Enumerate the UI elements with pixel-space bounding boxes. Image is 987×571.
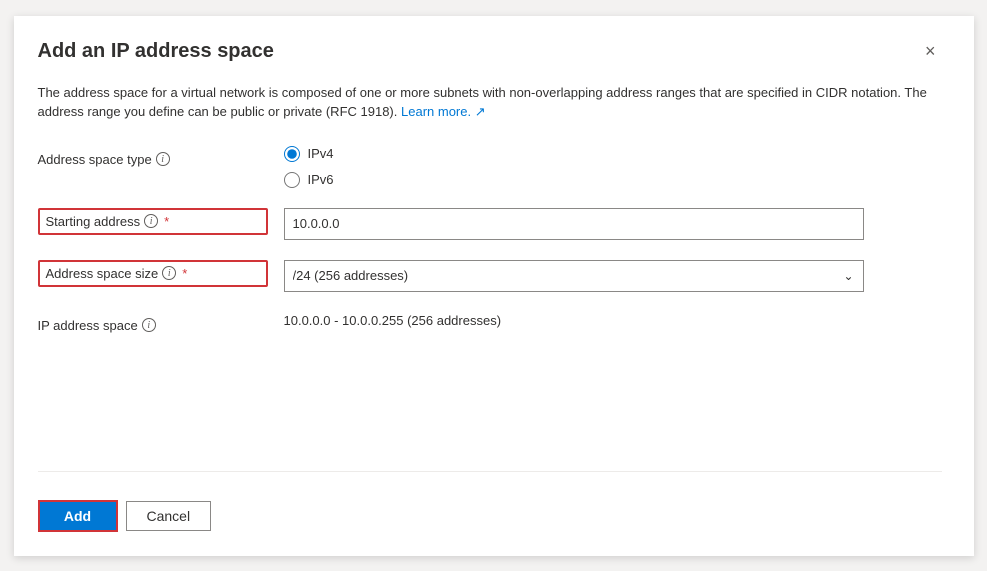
ip-address-space-row: IP address space i 10.0.0.0 - 10.0.0.255… <box>38 312 942 333</box>
starting-address-label: Starting address <box>46 214 141 229</box>
add-ip-address-space-dialog: Add an IP address space × The address sp… <box>14 16 974 556</box>
starting-address-input[interactable] <box>284 208 864 240</box>
learn-more-link[interactable]: Learn more. ↗ <box>401 104 486 119</box>
address-space-type-row: Address space type i IPv4 IPv6 <box>38 146 942 188</box>
address-space-size-info-icon: i <box>162 266 176 280</box>
starting-address-required: * <box>164 214 169 229</box>
address-space-type-label-col: Address space type i <box>38 146 268 167</box>
address-space-size-control: /24 (256 addresses) /8 (16777216 address… <box>284 260 942 292</box>
ip-address-space-value: 10.0.0.0 - 10.0.0.255 (256 addresses) <box>284 307 502 328</box>
ip-address-space-label-col: IP address space i <box>38 312 268 333</box>
ipv6-option[interactable]: IPv6 <box>284 172 942 188</box>
ipv4-option[interactable]: IPv4 <box>284 146 942 162</box>
address-space-type-info-icon: i <box>156 152 170 166</box>
add-button[interactable]: Add <box>38 500 118 532</box>
ipv4-radio[interactable] <box>284 146 300 162</box>
ip-address-space-control: 10.0.0.0 - 10.0.0.255 (256 addresses) <box>284 312 942 328</box>
starting-address-label-col: Starting address i * <box>38 208 268 235</box>
address-space-size-row: Address space size i * /24 (256 addresse… <box>38 260 942 292</box>
ip-address-space-label: IP address space <box>38 318 138 333</box>
address-space-type-radio-group: IPv4 IPv6 <box>284 146 942 188</box>
external-link-icon: ↗ <box>475 104 486 119</box>
starting-address-control <box>284 208 942 240</box>
footer-divider <box>38 471 942 472</box>
dialog-title: Add an IP address space <box>38 40 274 63</box>
dialog-description: The address space for a virtual network … <box>38 83 938 122</box>
dialog-footer: Add Cancel <box>38 492 942 532</box>
starting-address-row: Starting address i * <box>38 208 942 240</box>
address-space-type-label: Address space type <box>38 152 152 167</box>
address-space-size-select-wrapper: /24 (256 addresses) /8 (16777216 address… <box>284 260 864 292</box>
ipv4-label: IPv4 <box>308 146 334 161</box>
address-space-size-select[interactable]: /24 (256 addresses) /8 (16777216 address… <box>284 260 864 292</box>
address-space-size-label: Address space size <box>46 266 159 281</box>
ipv6-radio[interactable] <box>284 172 300 188</box>
ip-address-space-info-icon: i <box>142 318 156 332</box>
dialog-header: Add an IP address space × <box>38 40 942 63</box>
starting-address-info-icon: i <box>144 214 158 228</box>
cancel-button[interactable]: Cancel <box>126 501 212 531</box>
ipv6-label: IPv6 <box>308 172 334 187</box>
address-space-size-label-col: Address space size i * <box>38 260 268 287</box>
close-button[interactable]: × <box>919 40 942 62</box>
address-space-type-control: IPv4 IPv6 <box>284 146 942 188</box>
address-space-size-required: * <box>182 266 187 281</box>
form-body: Address space type i IPv4 IPv6 <box>38 146 942 451</box>
